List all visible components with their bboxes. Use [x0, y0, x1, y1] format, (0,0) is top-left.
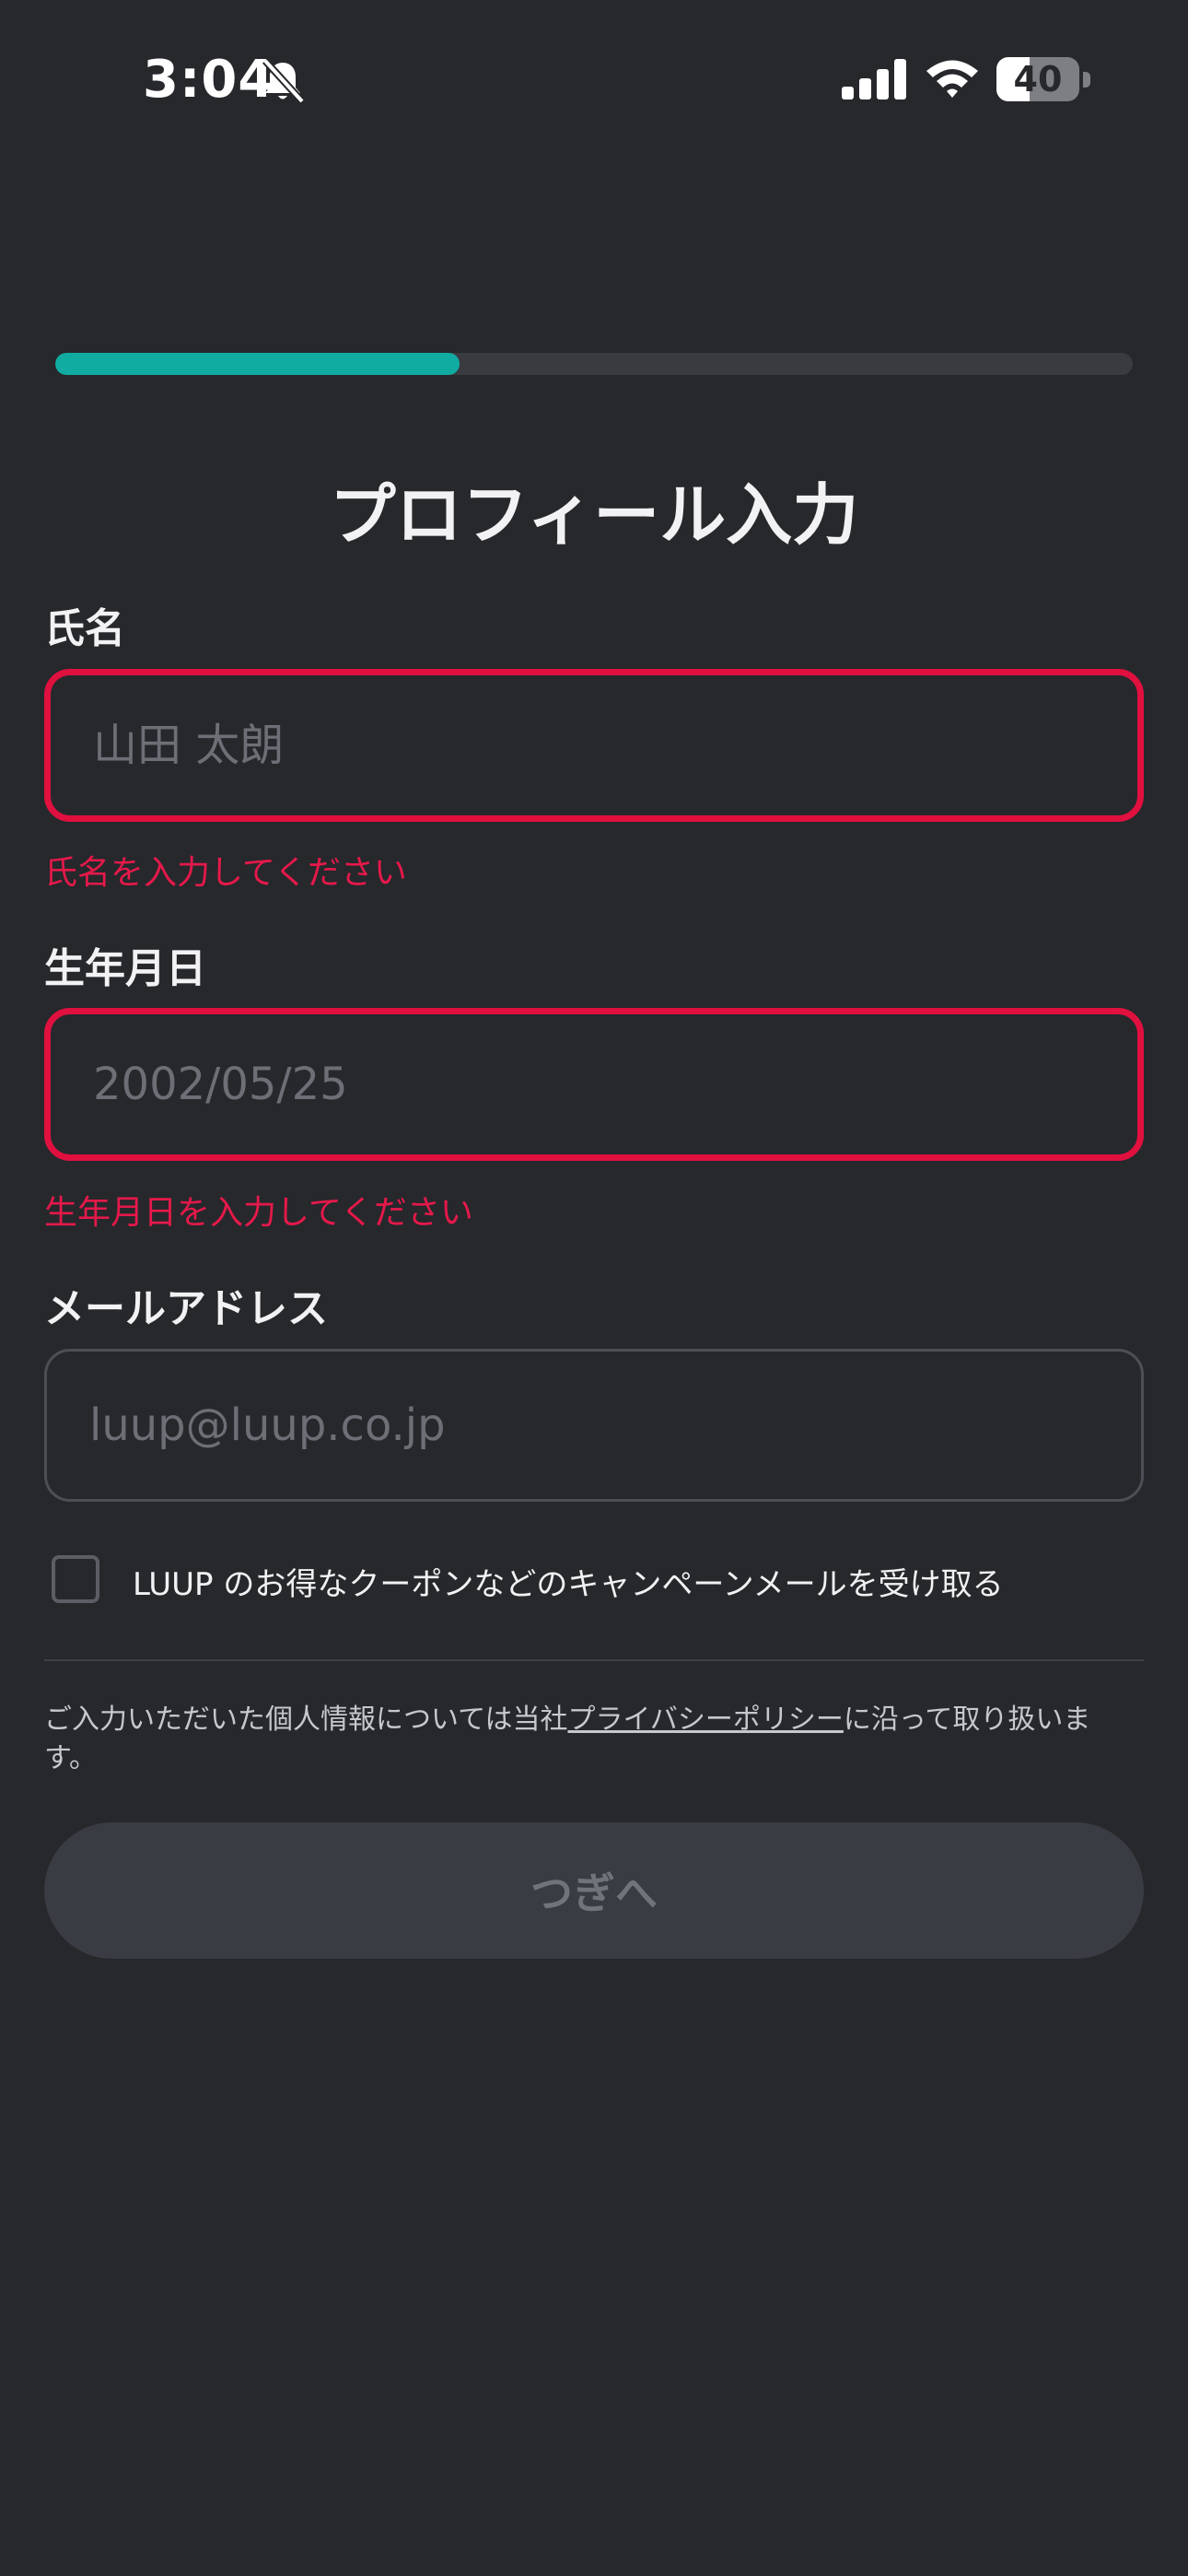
email-label: メールアドレス: [44, 1285, 328, 1332]
name-input[interactable]: [93, 675, 1088, 815]
birthdate-input[interactable]: [93, 1014, 1088, 1154]
name-label: 氏名: [44, 605, 125, 652]
progress-bar: [55, 353, 1133, 375]
campaign-checkbox[interactable]: [52, 1555, 99, 1603]
email-input[interactable]: [89, 1352, 1084, 1499]
name-error: 氏名を入力してください: [44, 854, 407, 892]
next-button[interactable]: つぎへ: [44, 1822, 1144, 1959]
email-field-container: [44, 1349, 1144, 1502]
campaign-checkbox-label[interactable]: LUUP のお得なクーポンなどのキャンペーンメールを受け取る: [133, 1559, 1004, 1604]
birthdate-error: 生年月日を入力してください: [44, 1194, 473, 1232]
divider: [44, 1659, 1144, 1661]
campaign-opt-in[interactable]: LUUP のお得なクーポンなどのキャンペーンメールを受け取る: [52, 1555, 1138, 1609]
status-time: 3:04: [143, 50, 275, 110]
profile-input-screen: 3:04 40 プロフィール入力 氏名 氏名を入力してください 生年月日: [0, 0, 1188, 2576]
page-title: プロフィール入力: [329, 476, 859, 554]
battery-tip: [1083, 72, 1090, 88]
privacy-notice: ご入力いただいた個人情報については当社プライバシーポリシーに沿って取り扱います。: [44, 1701, 1131, 1778]
birthdate-field-container: [44, 1008, 1144, 1161]
bell-off-icon: [262, 58, 305, 104]
progress-fill: [55, 353, 460, 375]
privacy-notice-text-before: ご入力いただいた個人情報については当社: [44, 1704, 568, 1736]
birthdate-label: 生年月日: [44, 945, 206, 992]
name-field-container: [44, 669, 1144, 822]
battery-indicator: 40: [996, 57, 1092, 101]
privacy-policy-link[interactable]: プライバシーポリシー: [568, 1704, 844, 1736]
battery-level: 40: [1013, 59, 1063, 100]
signal-icon: [842, 59, 906, 100]
wifi-icon: [926, 60, 978, 98]
